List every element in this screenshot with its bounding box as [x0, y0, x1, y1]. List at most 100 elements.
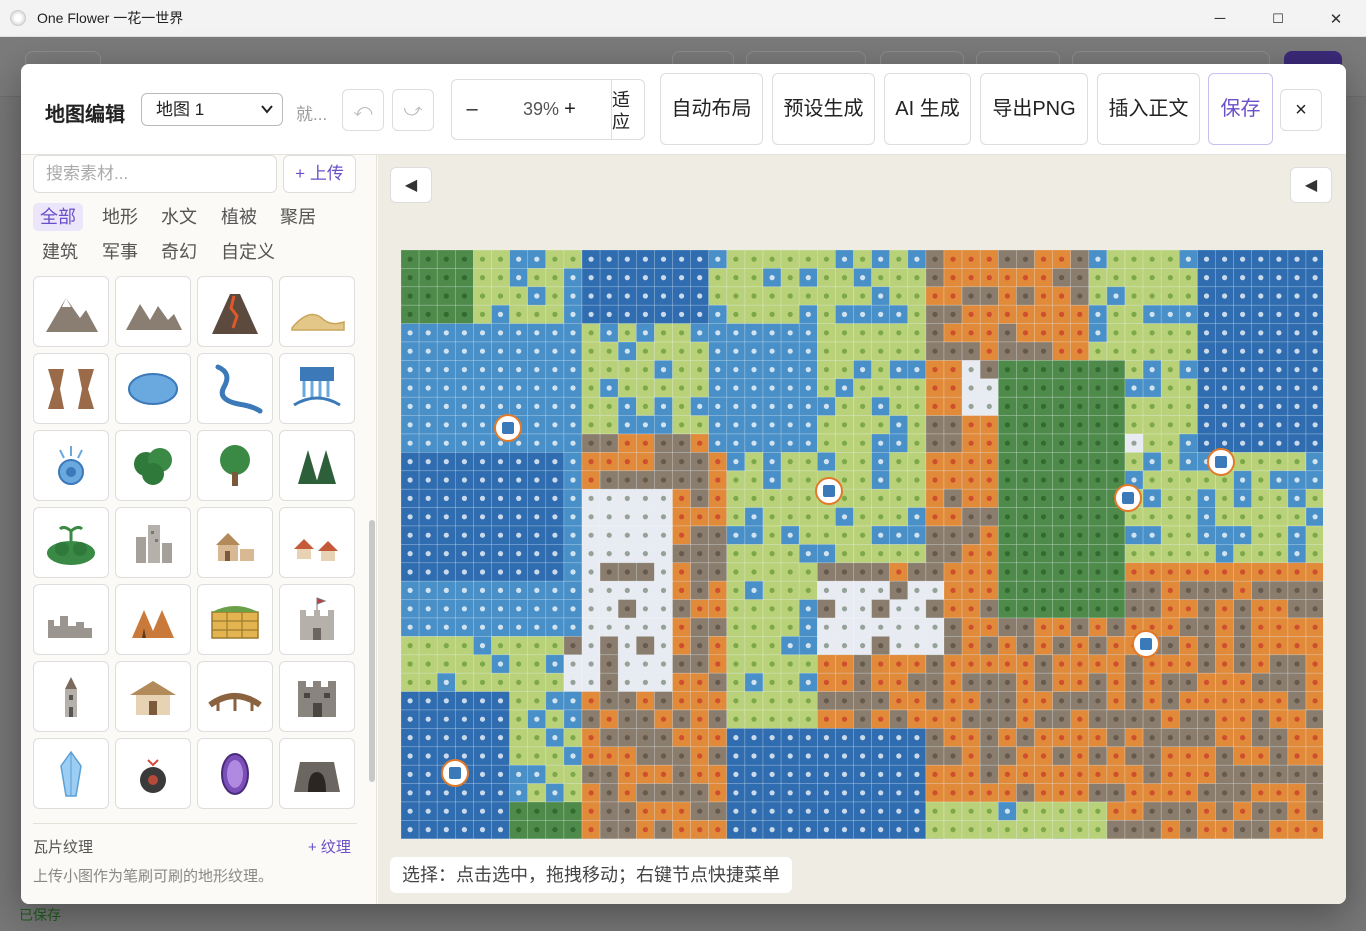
- map-tile-glyph: [642, 459, 648, 465]
- preset-generate-button[interactable]: 预设生成: [772, 73, 875, 145]
- asset-tile[interactable]: [33, 584, 109, 655]
- lake-icon: [128, 372, 178, 405]
- asset-tile[interactable]: [33, 661, 109, 732]
- save-button[interactable]: 保存: [1208, 73, 1273, 145]
- fish-icon[interactable]: [441, 759, 469, 787]
- map-tile-glyph: [697, 403, 703, 409]
- asset-tile[interactable]: [33, 507, 109, 578]
- category-tab[interactable]: 植被: [214, 203, 264, 231]
- ai-generate-button[interactable]: AI 生成: [884, 73, 971, 145]
- map-tile-glyph: [1149, 256, 1155, 262]
- category-tab[interactable]: 地形: [95, 203, 145, 231]
- asset-scrollbar[interactable]: [369, 520, 375, 782]
- map-tile-glyph: [841, 440, 848, 446]
- asset-tile[interactable]: [115, 430, 191, 501]
- map-tile-glyph: [1258, 606, 1264, 612]
- dune-icon: [291, 313, 345, 331]
- map-tile-glyph: [1131, 771, 1137, 778]
- zoom-in-button[interactable]: +: [550, 80, 590, 139]
- asset-tile[interactable]: [197, 507, 273, 578]
- asset-tile[interactable]: [279, 661, 355, 732]
- map-tile-glyph: [443, 606, 449, 612]
- export-png-button[interactable]: 导出PNG: [980, 73, 1088, 145]
- map-tile-glyph: [769, 293, 775, 299]
- asset-tile[interactable]: [115, 507, 191, 578]
- category-tab[interactable]: 建筑: [35, 238, 85, 266]
- map-tile-glyph: [1258, 643, 1264, 649]
- map-tile-glyph: [461, 587, 467, 593]
- asset-tile[interactable]: [197, 738, 273, 809]
- maximize-button[interactable]: ☐: [1249, 0, 1307, 37]
- asset-tile[interactable]: [115, 738, 191, 809]
- asset-tile[interactable]: [279, 738, 355, 809]
- map-tile-glyph: [1258, 459, 1264, 465]
- redo-button[interactable]: ⤻: [392, 89, 434, 131]
- map-tile-glyph: [950, 698, 956, 704]
- map-tile-glyph: [679, 495, 685, 501]
- category-tab[interactable]: 聚居: [273, 203, 323, 231]
- asset-tile[interactable]: [279, 353, 355, 424]
- map-tile-glyph: [751, 311, 757, 317]
- asset-search-input[interactable]: 搜索素材...: [33, 155, 277, 193]
- map-tile-glyph: [642, 643, 648, 649]
- asset-tile[interactable]: [197, 430, 273, 501]
- category-tab[interactable]: 军事: [95, 238, 145, 266]
- port-icon[interactable]: [494, 414, 522, 442]
- city-icon[interactable]: [815, 477, 843, 505]
- dialog-close-button[interactable]: ×: [1280, 89, 1322, 131]
- category-tab[interactable]: 全部: [33, 203, 83, 231]
- map-tile-glyph: [751, 348, 757, 354]
- insert-text-button[interactable]: 插入正文: [1097, 73, 1200, 145]
- map-tile-glyph: [914, 311, 920, 317]
- map-tile-glyph: [697, 551, 703, 557]
- asset-tile[interactable]: [33, 430, 109, 501]
- add-texture-button[interactable]: + 纹理: [308, 836, 351, 857]
- category-tab[interactable]: 奇幻: [154, 238, 204, 266]
- asset-tile[interactable]: [115, 276, 191, 347]
- zoom-fit-button[interactable]: 适应: [612, 89, 632, 133]
- city-icon[interactable]: [1132, 630, 1160, 658]
- asset-tile[interactable]: [279, 584, 355, 655]
- map-tile-glyph: [896, 569, 902, 575]
- collapse-right-button[interactable]: ◀: [1290, 167, 1332, 203]
- zoom-out-button[interactable]: –: [452, 80, 492, 139]
- tile-map[interactable]: [401, 250, 1323, 839]
- category-tab[interactable]: 水文: [154, 203, 204, 231]
- minimize-button[interactable]: ─: [1191, 0, 1249, 37]
- asset-tile[interactable]: [115, 353, 191, 424]
- asset-tile[interactable]: [115, 584, 191, 655]
- collapse-left-button[interactable]: ◀: [390, 167, 432, 203]
- asset-tile[interactable]: [197, 353, 273, 424]
- city-icon[interactable]: [1207, 448, 1235, 476]
- map-select[interactable]: 地图 1: [141, 93, 283, 126]
- asset-tile[interactable]: [197, 584, 273, 655]
- map-tile-glyph: [914, 735, 920, 741]
- map-tile-glyph: [497, 587, 504, 593]
- asset-tile[interactable]: [33, 276, 109, 347]
- upload-button[interactable]: + 上传: [283, 155, 356, 193]
- auto-layout-button[interactable]: 自动布局: [660, 73, 763, 145]
- map-tile-glyph: [860, 275, 866, 281]
- city-icon[interactable]: [1114, 484, 1142, 512]
- window-close-button[interactable]: ✕: [1307, 0, 1365, 37]
- map-tile-glyph: [606, 827, 612, 833]
- asset-tile[interactable]: [33, 738, 109, 809]
- map-tile-glyph: [697, 790, 703, 796]
- map-tile-glyph: [570, 330, 576, 336]
- map-tile-glyph: [660, 477, 667, 483]
- map-tile-glyph: [1022, 790, 1029, 796]
- asset-tile[interactable]: [279, 430, 355, 501]
- asset-tile[interactable]: [115, 661, 191, 732]
- category-tab[interactable]: 自定义: [214, 238, 282, 266]
- map-tile-glyph: [534, 679, 540, 685]
- map-tile-glyph: [1258, 661, 1264, 667]
- asset-tile[interactable]: [33, 353, 109, 424]
- asset-tile[interactable]: [197, 276, 273, 347]
- asset-tile[interactable]: [197, 661, 273, 732]
- map-tile-glyph: [624, 495, 630, 501]
- map-tile-glyph: [534, 569, 540, 575]
- map-tile-glyph: [805, 643, 811, 649]
- undo-button[interactable]: ⤺: [342, 89, 384, 131]
- asset-tile[interactable]: [279, 507, 355, 578]
- asset-tile[interactable]: [279, 276, 355, 347]
